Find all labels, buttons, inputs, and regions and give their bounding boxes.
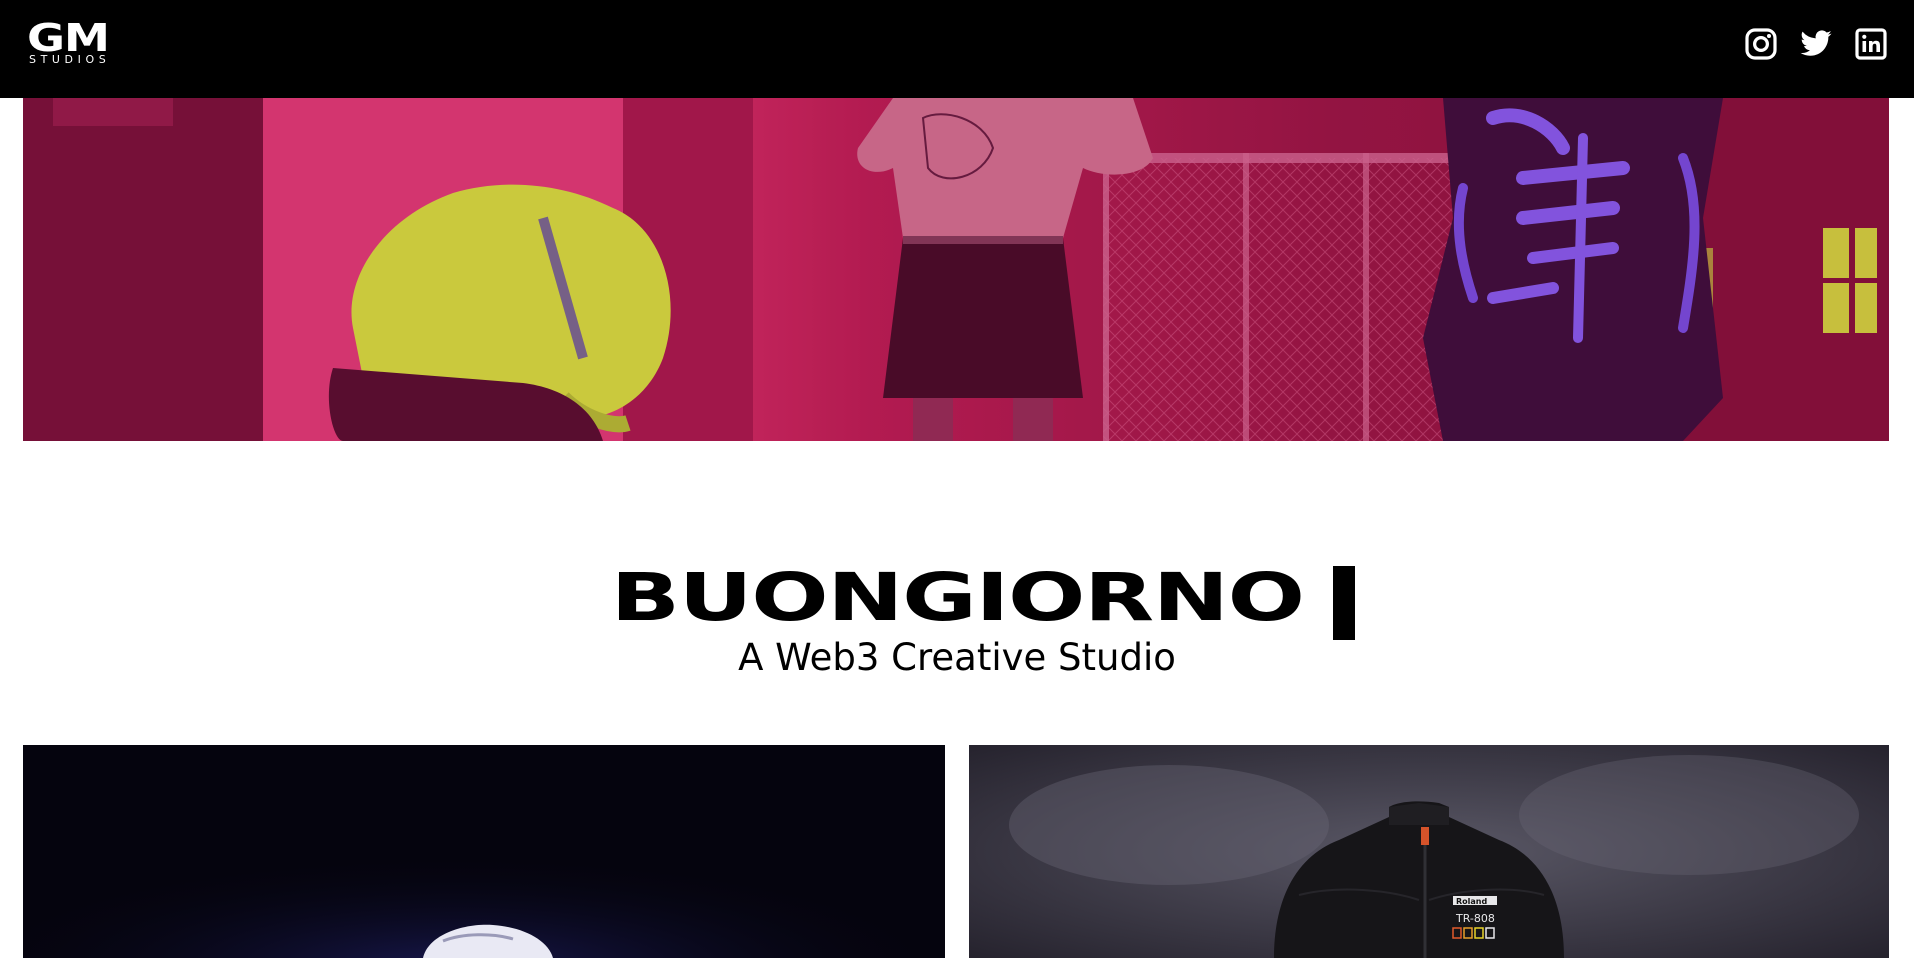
twitter-icon <box>1800 30 1832 56</box>
logo-gm-text: GM <box>27 16 110 60</box>
headline: BUONGIORNO <box>0 556 1914 640</box>
typing-cursor <box>1333 566 1355 640</box>
linkedin-icon <box>1855 28 1887 60</box>
project-card-right[interactable]: Roland TR-808 <box>969 745 1889 958</box>
jacket-brand-text: Roland <box>1456 897 1487 906</box>
site-header: GM STUDIOS <box>0 0 1914 98</box>
project-card-left-image <box>23 745 945 958</box>
headline-text: BUONGIORNO <box>610 559 1304 636</box>
instagram-icon <box>1745 28 1777 60</box>
project-card-left[interactable] <box>23 745 945 958</box>
gm-studios-logo[interactable]: GM STUDIOS <box>27 16 123 68</box>
jacket-model-text: TR-808 <box>1455 912 1495 925</box>
project-card-right-image: Roland TR-808 <box>969 745 1889 958</box>
instagram-link[interactable] <box>1744 27 1778 61</box>
tagline: A Web3 Creative Studio <box>738 636 1176 679</box>
hero-banner-image <box>23 98 1889 441</box>
logo-studios-text: STUDIOS <box>29 53 111 66</box>
linkedin-link[interactable] <box>1854 27 1888 61</box>
twitter-link[interactable] <box>1799 27 1833 61</box>
